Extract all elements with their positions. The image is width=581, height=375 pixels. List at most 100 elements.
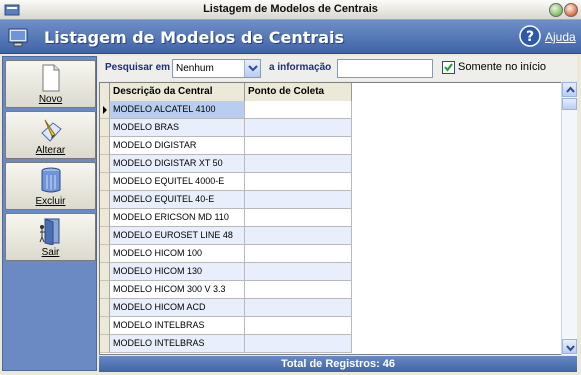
cell-ponto-coleta[interactable]	[245, 101, 352, 119]
row-indicator	[100, 317, 110, 335]
table-row[interactable]: MODELO EUROSET LINE 48	[100, 227, 352, 245]
exit-door-icon	[39, 218, 60, 245]
cell-descricao[interactable]: MODELO INTELBRAS	[110, 317, 245, 335]
edit-icon	[41, 119, 62, 142]
exit-button[interactable]: Sair	[5, 213, 96, 261]
table-row[interactable]: MODELO INTELBRAS	[100, 335, 352, 353]
search-field-value: Nenhum	[176, 63, 214, 74]
cell-ponto-coleta[interactable]	[245, 317, 352, 335]
table-row[interactable]: MODELO HICOM 300 V 3.3	[100, 281, 352, 299]
help-icon[interactable]: ?	[519, 25, 541, 47]
table-row[interactable]: MODELO DIGISTAR	[100, 137, 352, 155]
cell-descricao[interactable]: MODELO HICOM ACD	[110, 299, 245, 317]
row-indicator	[100, 299, 110, 317]
new-button[interactable]: Novo	[5, 60, 96, 108]
table-row[interactable]: MODELO HICOM 100	[100, 245, 352, 263]
vertical-scrollbar[interactable]	[561, 82, 577, 355]
cell-ponto-coleta[interactable]	[245, 119, 352, 137]
page-header: Listagem de Modelos de Centrais ? Ajuda	[0, 20, 581, 54]
row-indicator	[100, 191, 110, 209]
table-row[interactable]: MODELO ALCATEL 4100	[100, 101, 352, 119]
cell-descricao[interactable]: MODELO ERICSON MD 110	[110, 209, 245, 227]
column-header-descricao[interactable]: Descrição da Central	[110, 83, 245, 101]
table-row[interactable]: MODELO BRAS	[100, 119, 352, 137]
cell-descricao[interactable]: MODELO DIGISTAR	[110, 137, 245, 155]
table-row[interactable]: MODELO DIGISTAR XT 50	[100, 155, 352, 173]
cell-descricao[interactable]: MODELO EUROSET LINE 48	[110, 227, 245, 245]
cell-ponto-coleta[interactable]	[245, 263, 352, 281]
help-link[interactable]: Ajuda	[545, 30, 576, 44]
table-header: Descrição da Central Ponto de Coleta	[100, 83, 352, 101]
scroll-thumb[interactable]	[562, 98, 577, 110]
edit-button[interactable]: Alterar	[5, 111, 96, 159]
cell-descricao[interactable]: MODELO HICOM 130	[110, 263, 245, 281]
minimize-button[interactable]	[549, 3, 563, 17]
cell-descricao[interactable]: MODELO BRAS	[110, 119, 245, 137]
cell-ponto-coleta[interactable]	[245, 227, 352, 245]
search-in-label: Pesquisar em	[105, 62, 171, 73]
dropdown-button[interactable]	[244, 60, 260, 77]
svg-text:?: ?	[526, 29, 534, 45]
new-document-icon	[42, 64, 60, 92]
record-count-status: Total de Registros: 46	[99, 356, 577, 372]
scroll-down-arrow[interactable]	[562, 339, 577, 354]
chevron-down-icon	[566, 345, 575, 352]
cell-ponto-coleta[interactable]	[245, 245, 352, 263]
chevron-up-icon	[566, 86, 575, 93]
cell-descricao[interactable]: MODELO HICOM 100	[110, 245, 245, 263]
search-field-select[interactable]: Nenhum	[172, 59, 261, 78]
check-icon	[444, 63, 453, 72]
row-indicator	[100, 263, 110, 281]
window-title: Listagem de Modelos de Centrais	[203, 3, 378, 15]
table-row[interactable]: MODELO EQUITEL 40-E	[100, 191, 352, 209]
row-indicator	[100, 173, 110, 191]
column-header-ponto[interactable]: Ponto de Coleta	[245, 83, 352, 101]
info-search-input[interactable]	[337, 59, 433, 78]
cell-ponto-coleta[interactable]	[245, 335, 352, 353]
info-label: a informação	[269, 62, 332, 73]
table-row[interactable]: MODELO HICOM ACD	[100, 299, 352, 317]
cell-ponto-coleta[interactable]	[245, 299, 352, 317]
scroll-up-arrow[interactable]	[562, 82, 577, 97]
title-bar: Listagem de Modelos de Centrais	[0, 0, 581, 20]
list-computer-icon	[8, 28, 28, 47]
row-indicator	[100, 155, 110, 173]
cell-ponto-coleta[interactable]	[245, 209, 352, 227]
row-indicator	[100, 137, 110, 155]
table-row[interactable]: MODELO HICOM 130	[100, 263, 352, 281]
row-indicator	[100, 209, 110, 227]
delete-button-label: Excluir	[35, 196, 66, 207]
row-indicator	[100, 335, 110, 353]
row-indicator	[100, 245, 110, 263]
row-indicator	[100, 119, 110, 137]
close-button[interactable]	[564, 3, 578, 17]
cell-ponto-coleta[interactable]	[245, 137, 352, 155]
cell-descricao[interactable]: MODELO ALCATEL 4100	[110, 101, 245, 119]
exit-button-label: Sair	[41, 247, 60, 258]
table-row[interactable]: MODELO INTELBRAS	[100, 317, 352, 335]
cell-descricao[interactable]: MODELO EQUITEL 40-E	[110, 191, 245, 209]
edit-button-label: Alterar	[35, 145, 66, 156]
trash-icon	[41, 167, 61, 193]
table-row[interactable]: MODELO EQUITEL 4000-E	[100, 173, 352, 191]
delete-button[interactable]: Excluir	[5, 162, 96, 210]
new-button-label: Novo	[38, 94, 63, 105]
cell-descricao[interactable]: MODELO HICOM 300 V 3.3	[110, 281, 245, 299]
cell-ponto-coleta[interactable]	[245, 155, 352, 173]
cell-ponto-coleta[interactable]	[245, 173, 352, 191]
models-table[interactable]: Descrição da Central Ponto de Coleta MOD…	[99, 82, 577, 355]
cell-ponto-coleta[interactable]	[245, 191, 352, 209]
only-start-checkbox[interactable]	[442, 61, 455, 74]
cell-descricao[interactable]: MODELO INTELBRAS	[110, 335, 245, 353]
table-row[interactable]: MODELO ERICSON MD 110	[100, 209, 352, 227]
row-indicator	[100, 101, 110, 119]
cell-descricao[interactable]: MODELO DIGISTAR XT 50	[110, 155, 245, 173]
cell-ponto-coleta[interactable]	[245, 281, 352, 299]
current-row-arrow-icon	[103, 106, 107, 114]
cell-descricao[interactable]: MODELO EQUITEL 4000-E	[110, 173, 245, 191]
row-indicator	[100, 281, 110, 299]
only-start-label: Somente no início	[458, 61, 547, 73]
row-indicator-header	[100, 83, 110, 101]
chevron-down-icon	[248, 65, 258, 72]
page-title: Listagem de Modelos de Centrais	[44, 28, 345, 47]
